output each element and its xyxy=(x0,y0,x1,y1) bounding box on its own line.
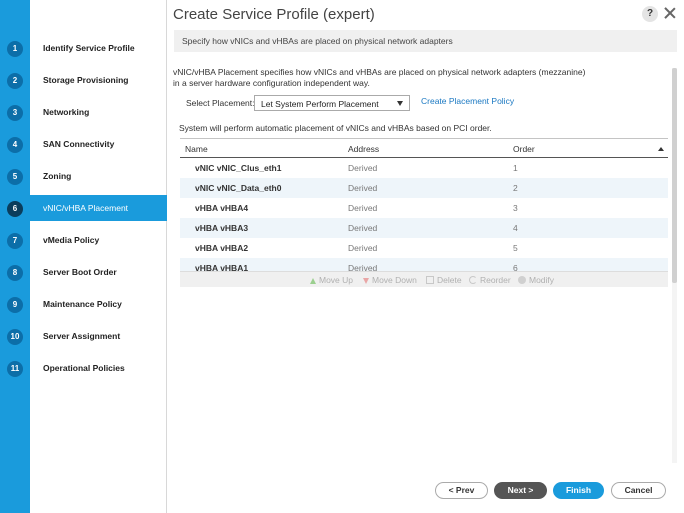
auto-placement-message: System will perform automatic placement … xyxy=(179,123,492,133)
chevron-down-icon xyxy=(397,101,403,106)
step-number: 10 xyxy=(7,329,23,345)
step-number: 6 xyxy=(7,201,23,217)
step-label: vNIC/vHBA Placement xyxy=(43,203,129,213)
table-row[interactable]: vNIC vNIC_Clus_eth1 Derived 1 xyxy=(180,158,668,178)
cell-order: 3 xyxy=(513,203,518,213)
step-label: Storage Provisioning xyxy=(43,75,129,85)
table-body: vNIC vNIC_Clus_eth1 Derived 1 vNIC vNIC_… xyxy=(180,158,668,271)
table-header: Name Address Order xyxy=(180,138,668,158)
step-description-banner: Specify how vNICs and vHBAs are placed o… xyxy=(174,30,677,52)
column-header-order[interactable]: Order xyxy=(513,144,535,154)
step-server-boot-order[interactable]: 8 Server Boot Order xyxy=(0,259,167,285)
step-san-connectivity[interactable]: 4 SAN Connectivity xyxy=(0,131,167,157)
close-icon[interactable] xyxy=(662,5,678,21)
select-placement-dropdown[interactable]: Let System Perform Placement xyxy=(254,95,410,111)
step-number: 11 xyxy=(7,361,23,377)
create-placement-policy-link[interactable]: Create Placement Policy xyxy=(421,96,514,106)
cell-address: Derived xyxy=(348,163,378,173)
cell-order: 4 xyxy=(513,223,518,233)
arrow-down-icon xyxy=(363,278,369,284)
cell-address: Derived xyxy=(348,223,378,233)
wizard-main-panel: Create Service Profile (expert) ? Specif… xyxy=(167,0,684,513)
step-number: 2 xyxy=(7,73,23,89)
next-button[interactable]: Next > xyxy=(494,482,547,499)
cell-name: vNIC vNIC_Clus_eth1 xyxy=(195,163,282,173)
step-vnic-vhba-placement[interactable]: 6 vNIC/vHBA Placement xyxy=(0,195,167,221)
move-down-button[interactable]: Move Down xyxy=(363,275,417,285)
reorder-button[interactable]: Reorder xyxy=(469,275,511,285)
modify-button[interactable]: Modify xyxy=(518,275,554,285)
step-number: 8 xyxy=(7,265,23,281)
placement-description-line: in a server hardware configuration indep… xyxy=(173,77,370,88)
step-server-assignment[interactable]: 10 Server Assignment xyxy=(0,323,167,349)
cancel-button[interactable]: Cancel xyxy=(611,482,666,499)
cell-order: 1 xyxy=(513,163,518,173)
step-label: vMedia Policy xyxy=(43,235,100,245)
cell-address: Derived xyxy=(348,183,378,193)
cell-address: Derived xyxy=(348,243,378,253)
delete-button[interactable]: Delete xyxy=(426,275,462,285)
table-row[interactable]: vHBA vHBA4 Derived 3 xyxy=(180,198,668,218)
cell-order: 6 xyxy=(513,263,518,271)
placement-description: vNIC/vHBA Placement specifies how vNICs … xyxy=(173,67,613,88)
step-number: 1 xyxy=(7,41,23,57)
step-label: Maintenance Policy xyxy=(43,299,122,309)
step-label: Zoning xyxy=(43,171,72,181)
sort-ascending-icon[interactable] xyxy=(658,147,664,151)
step-operational-policies[interactable]: 11 Operational Policies xyxy=(0,355,167,381)
column-header-address[interactable]: Address xyxy=(348,144,379,154)
move-up-button[interactable]: Move Up xyxy=(310,275,353,285)
step-number: 3 xyxy=(7,105,23,121)
step-number: 7 xyxy=(7,233,23,249)
placement-description-line: vNIC/vHBA Placement specifies how vNICs … xyxy=(173,67,586,77)
step-label: Server Assignment xyxy=(43,331,121,341)
step-label: Server Boot Order xyxy=(43,267,117,277)
cell-name: vHBA vHBA3 xyxy=(195,223,249,233)
table-toolbar: Move Up Move Down Delete Reorder Modify xyxy=(180,271,668,287)
column-header-name[interactable]: Name xyxy=(185,144,208,154)
select-placement-label: Select Placement: xyxy=(186,98,255,108)
step-number: 4 xyxy=(7,137,23,153)
step-label: Operational Policies xyxy=(43,363,125,373)
table-row[interactable]: vHBA vHBA1 Derived 6 xyxy=(180,258,668,271)
step-label: SAN Connectivity xyxy=(43,139,115,149)
step-storage-provisioning[interactable]: 2 Storage Provisioning xyxy=(0,67,167,93)
table-row[interactable]: vNIC vNIC_Data_eth0 Derived 2 xyxy=(180,178,668,198)
cell-name: vHBA vHBA1 xyxy=(195,263,249,271)
cell-address: Derived xyxy=(348,263,378,271)
scrollbar-thumb[interactable] xyxy=(672,68,677,283)
cell-name: vHBA vHBA4 xyxy=(195,203,249,213)
modify-label: Modify xyxy=(529,275,555,285)
step-number: 5 xyxy=(7,169,23,185)
reorder-label: Reorder xyxy=(480,275,511,285)
cell-name: vHBA vHBA2 xyxy=(195,243,249,253)
step-networking[interactable]: 3 Networking xyxy=(0,99,167,125)
help-icon[interactable]: ? xyxy=(642,6,658,22)
step-label: Networking xyxy=(43,107,90,117)
cell-address: Derived xyxy=(348,203,378,213)
step-vmedia-policy[interactable]: 7 vMedia Policy xyxy=(0,227,167,253)
move-up-label: Move Up xyxy=(319,275,354,285)
prev-button[interactable]: < Prev xyxy=(435,482,488,499)
page-title: Create Service Profile (expert) xyxy=(173,6,375,23)
step-number: 9 xyxy=(7,297,23,313)
cell-order: 2 xyxy=(513,183,518,193)
finish-button[interactable]: Finish xyxy=(553,482,604,499)
cell-name: vNIC vNIC_Data_eth0 xyxy=(195,183,282,193)
table-row[interactable]: vHBA vHBA2 Derived 5 xyxy=(180,238,668,258)
arrow-up-icon xyxy=(310,278,316,284)
delete-icon xyxy=(426,276,434,284)
reorder-icon xyxy=(469,276,477,284)
step-label: Identify Service Profile xyxy=(43,43,135,53)
step-maintenance-policy[interactable]: 9 Maintenance Policy xyxy=(0,291,167,317)
cell-order: 5 xyxy=(513,243,518,253)
step-identify-service-profile[interactable]: 1 Identify Service Profile xyxy=(0,35,167,61)
move-down-label: Move Down xyxy=(372,275,417,285)
step-zoning[interactable]: 5 Zoning xyxy=(0,163,167,189)
delete-label: Delete xyxy=(437,275,462,285)
modify-icon xyxy=(518,276,526,284)
table-row[interactable]: vHBA vHBA3 Derived 4 xyxy=(180,218,668,238)
select-placement-value: Let System Perform Placement xyxy=(261,99,379,109)
